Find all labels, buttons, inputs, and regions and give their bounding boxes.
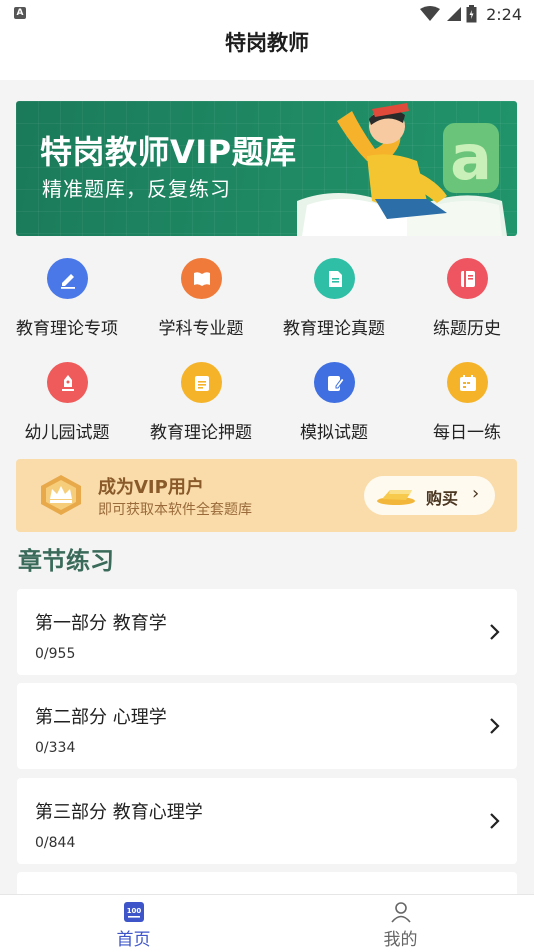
menu-item-kindergarten[interactable]: 幼儿园试题 (0, 354, 134, 454)
menu-item-education-theory[interactable]: 教育理论专项 (0, 250, 134, 350)
menu-item-daily-practice[interactable]: 每日一练 (400, 354, 534, 454)
status-bar: A 2:24 (0, 0, 534, 28)
chapter-title: 第一部分 教育学 (35, 613, 167, 634)
tab-label: 我的 (383, 930, 418, 950)
menu-item-label: 学科专业题 (158, 319, 244, 339)
menu-item-subject-questions[interactable]: 学科专业题 (134, 250, 268, 350)
home-100-icon: 100 (124, 902, 144, 922)
menu-item-past-exams[interactable]: 教育理论真题 (267, 250, 401, 350)
banner-title: 特岗教师VIP题库 (40, 133, 297, 171)
book-icon (181, 258, 222, 299)
vip-title: 成为VIP用户 (98, 477, 204, 498)
chapter-card[interactable]: 第二部分 心理学 0/334 (17, 683, 517, 769)
banner-subtitle: 精准题库，反复练习 (42, 177, 231, 201)
vip-banner[interactable]: 特岗教师VIP题库 精准题库，反复练习 a (16, 101, 517, 236)
chevron-right-icon (490, 624, 500, 640)
chevron-right-icon: › (472, 483, 480, 504)
pen-edit-icon (47, 258, 88, 299)
chapter-title: 第三部分 教育心理学 (35, 802, 203, 823)
vip-subtitle: 即可获取本软件全套题库 (98, 502, 252, 518)
menu-item-practice-history[interactable]: 练题历史 (400, 250, 534, 350)
tab-label: 首页 (116, 930, 151, 950)
wifi-icon (420, 6, 441, 21)
chapter-card[interactable]: 第一部分 教育学 0/955 (17, 589, 517, 675)
clock: 2:24 (486, 4, 522, 24)
system-icons: 2:24 (420, 4, 522, 24)
chapter-progress: 0/844 (35, 835, 76, 851)
menu-item-label: 教育理论专项 (16, 319, 118, 339)
edit-doc-icon (314, 362, 355, 403)
chevron-right-icon (490, 813, 500, 829)
bottom-tab-bar: 100 首页 我的 (0, 894, 534, 950)
menu-item-label: 练题历史 (433, 319, 501, 339)
chapter-card[interactable]: 第三部分 教育心理学 0/844 (17, 778, 517, 864)
menu-item-label: 教育理论押题 (150, 423, 252, 443)
chapter-progress: 0/334 (35, 740, 76, 756)
pencil-icon (47, 362, 88, 403)
tab-home[interactable]: 100 首页 (0, 895, 267, 950)
chapter-title: 第二部分 心理学 (35, 707, 167, 728)
chevron-right-icon (490, 718, 500, 734)
gold-coins-icon (377, 490, 415, 505)
chapter-progress: 0/955 (35, 646, 76, 662)
page-title: 特岗教师 (225, 31, 309, 55)
student-reading-illustration: a (297, 103, 507, 236)
battery-icon (466, 5, 477, 23)
history-book-icon (447, 258, 488, 299)
menu-item-label: 幼儿园试题 (24, 423, 110, 443)
vip-crown-icon (41, 475, 81, 515)
tab-mine[interactable]: 我的 (267, 895, 534, 950)
note-icon (181, 362, 222, 403)
app-bar: 特岗教师 (0, 28, 534, 80)
vip-promo-bar[interactable]: 成为VIP用户 即可获取本软件全套题库 购买 › (16, 459, 517, 532)
signal-icon (447, 7, 462, 21)
buy-button[interactable]: 购买 › (364, 476, 495, 515)
notification-indicator: A (14, 7, 26, 19)
user-icon (391, 902, 411, 923)
svg-text:a: a (450, 121, 492, 194)
buy-button-label: 购买 (426, 489, 459, 508)
calendar-icon (447, 362, 488, 403)
svg-text:100: 100 (127, 907, 142, 915)
menu-item-label: 模拟试题 (300, 423, 368, 443)
section-title: 章节练习 (18, 547, 114, 575)
menu-item-predicted-questions[interactable]: 教育理论押题 (134, 354, 268, 454)
menu-item-mock-exams[interactable]: 模拟试题 (267, 354, 401, 454)
document-icon (314, 258, 355, 299)
menu-item-label: 教育理论真题 (283, 319, 385, 339)
menu-item-label: 每日一练 (433, 423, 501, 443)
